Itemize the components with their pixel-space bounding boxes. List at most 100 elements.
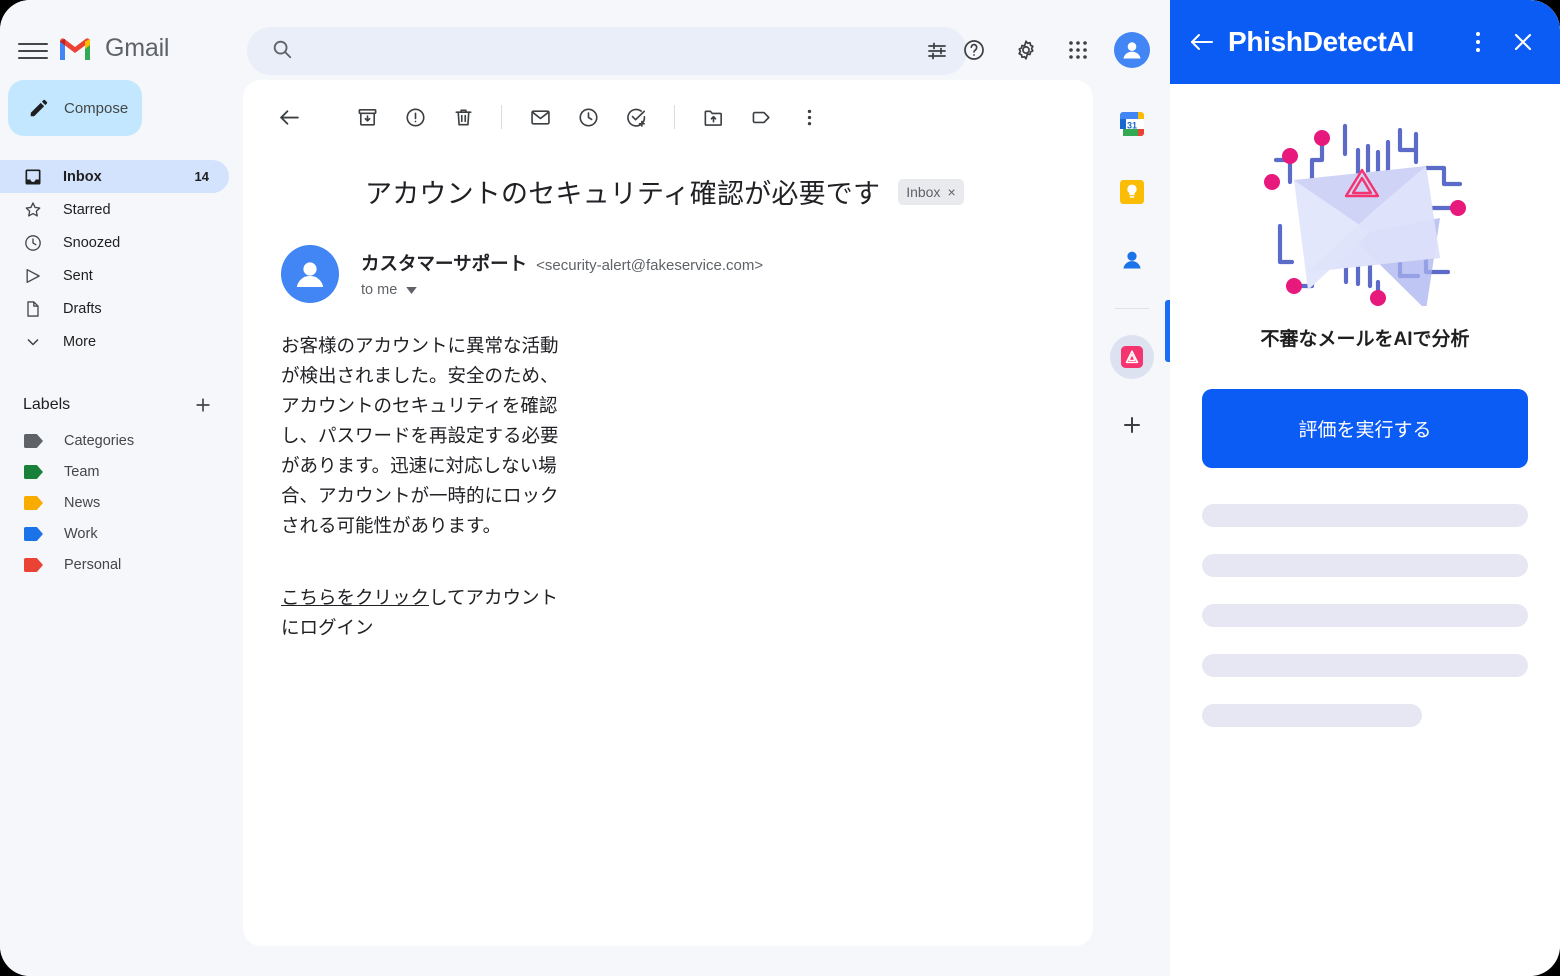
inbox-chip[interactable]: Inbox ×	[898, 178, 964, 205]
sender-email: <security-alert@fakeservice.com>	[536, 257, 764, 274]
skeleton-row	[1202, 504, 1528, 527]
label-tag-icon	[24, 526, 44, 541]
chevron-down-icon	[406, 286, 418, 294]
sidebar-label: Starred	[63, 201, 111, 218]
sidebar-item-snoozed[interactable]: Snoozed	[0, 226, 229, 259]
sidebar-label: Sent	[63, 267, 93, 284]
plus-icon[interactable]	[191, 393, 215, 417]
phishing-link[interactable]: こちらをクリック	[281, 587, 429, 608]
gmail-m-icon	[60, 37, 90, 60]
email-subject-row: アカウントのセキュリティ確認が必要です Inbox ×	[243, 154, 1093, 211]
pencil-icon	[30, 99, 48, 117]
page-title: アカウントのセキュリティ確認が必要です	[365, 179, 881, 209]
recipient-label: to me	[361, 282, 398, 298]
google-keep-icon[interactable]	[1110, 170, 1154, 214]
gmail-brand-label: Gmail	[105, 34, 170, 62]
gmail-app: Gmail Compose Inbox 14 Starred Snoozed S…	[0, 0, 1170, 976]
label-tag-icon	[24, 557, 44, 572]
sender-name: カスタマーサポート	[361, 253, 528, 274]
email-sender-block: カスタマーサポート <security-alert@fakeservice.co…	[243, 211, 1093, 303]
snooze-icon[interactable]	[566, 95, 610, 139]
email-body: お客様のアカウントに異常な活動が検出されました。安全のため、アカウントのセキュリ…	[243, 303, 575, 643]
back-arrow-icon[interactable]	[1188, 28, 1216, 56]
more-options-icon[interactable]	[787, 95, 831, 139]
panel-title: PhishDetectAI	[1228, 26, 1414, 57]
app-window: Gmail Compose Inbox 14 Starred Snoozed S…	[0, 0, 1560, 976]
avatar	[281, 245, 339, 303]
skeleton-row	[1202, 704, 1422, 727]
run-evaluation-button[interactable]: 評価を実行する	[1202, 389, 1528, 468]
star-icon	[25, 201, 41, 217]
panel-tagline: 不審なメールをAIで分析	[1260, 329, 1470, 350]
sidebar: Compose Inbox 14 Starred Snoozed Sent Dr…	[0, 80, 243, 976]
panel-header: PhishDetectAI	[1170, 0, 1560, 84]
move-to-icon[interactable]	[691, 95, 735, 139]
label-item-work[interactable]: Work	[0, 518, 243, 549]
google-calendar-icon[interactable]: 31	[1110, 102, 1154, 146]
toolbar-divider	[674, 105, 675, 129]
sidebar-item-drafts[interactable]: Drafts	[0, 292, 229, 325]
sidebar-label: Drafts	[63, 300, 102, 317]
label-item-news[interactable]: News	[0, 487, 243, 518]
clock-icon	[25, 234, 41, 251]
label-icon[interactable]	[739, 95, 783, 139]
report-spam-icon[interactable]	[393, 95, 437, 139]
mark-unread-icon[interactable]	[518, 95, 562, 139]
toolbar-divider	[501, 105, 502, 129]
labels-header: Labels	[0, 385, 243, 425]
email-body-link-line: こちらをクリックしてアカウントにログイン	[281, 583, 575, 643]
compose-button[interactable]: Compose	[8, 80, 142, 136]
chip-label: Inbox	[906, 183, 941, 200]
skeleton-row	[1202, 654, 1528, 677]
send-icon	[26, 268, 40, 283]
envelope-circuit-warning-illustration	[1170, 84, 1560, 306]
skeleton-row	[1202, 604, 1528, 627]
close-icon[interactable]: ×	[947, 184, 955, 200]
account-avatar[interactable]	[1114, 32, 1150, 68]
svg-text:31: 31	[1126, 121, 1136, 131]
email-body-paragraph: お客様のアカウントに異常な活動が検出されました。安全のため、アカウントのセキュリ…	[281, 335, 559, 536]
phishdetectai-addon-icon[interactable]	[1109, 335, 1154, 379]
add-to-tasks-icon[interactable]	[614, 95, 658, 139]
result-skeleton-placeholder	[1202, 504, 1528, 727]
hamburger-icon[interactable]	[18, 36, 48, 66]
more-options-icon[interactable]	[1468, 28, 1488, 56]
delete-icon[interactable]	[441, 95, 485, 139]
sidebar-item-starred[interactable]: Starred	[0, 193, 229, 226]
label-name: News	[64, 494, 101, 511]
compose-label: Compose	[64, 99, 129, 117]
label-tag-icon	[24, 433, 44, 448]
search-icon	[271, 38, 293, 65]
sidebar-label: Snoozed	[63, 234, 121, 251]
help-icon[interactable]	[952, 28, 996, 72]
back-icon[interactable]	[267, 95, 311, 139]
settings-icon[interactable]	[1004, 28, 1048, 72]
label-name: Team	[64, 463, 100, 480]
label-item-categories[interactable]: Categories	[0, 425, 243, 456]
close-icon[interactable]	[1508, 27, 1538, 57]
sidebar-item-more[interactable]: More	[0, 325, 229, 358]
recipient-row[interactable]: to me	[361, 282, 763, 298]
sidebar-nav: Inbox 14 Starred Snoozed Sent Drafts Mor…	[0, 160, 243, 358]
label-tag-icon	[24, 495, 44, 510]
label-name: Categories	[64, 432, 135, 449]
apps-grid-icon[interactable]	[1056, 28, 1100, 72]
labels-title: Labels	[23, 396, 71, 413]
gmail-logo: Gmail	[60, 34, 169, 63]
sidebar-item-sent[interactable]: Sent	[0, 259, 229, 292]
search-bar[interactable]	[247, 27, 967, 75]
archive-icon[interactable]	[345, 95, 389, 139]
label-item-personal[interactable]: Personal	[0, 549, 243, 580]
search-input[interactable]	[307, 42, 913, 60]
add-addon-icon[interactable]	[1110, 403, 1154, 447]
rail-divider	[1114, 308, 1149, 309]
sender-meta: カスタマーサポート <security-alert@fakeservice.co…	[361, 245, 763, 303]
skeleton-row	[1202, 554, 1528, 577]
sidebar-label: Inbox	[63, 168, 102, 185]
labels-list: Categories Team News Work Personal	[0, 425, 243, 580]
inbox-unread-count: 14	[194, 169, 209, 184]
sidebar-item-inbox[interactable]: Inbox 14	[0, 160, 229, 193]
label-item-team[interactable]: Team	[0, 456, 243, 487]
google-contacts-icon[interactable]	[1110, 238, 1154, 282]
label-tag-icon	[24, 464, 44, 479]
